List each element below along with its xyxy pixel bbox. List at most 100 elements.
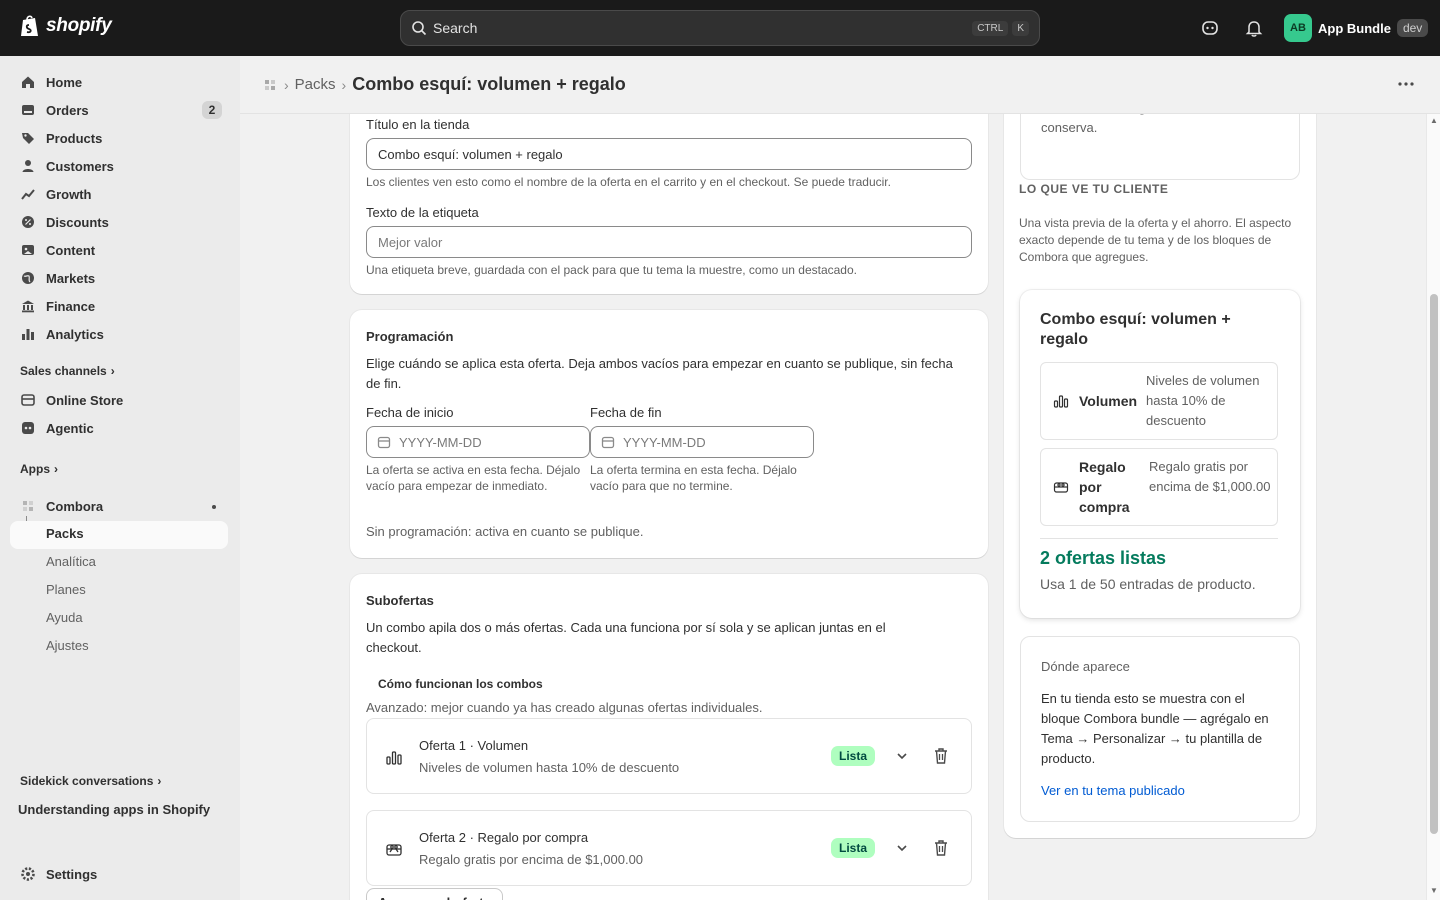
end-date-placeholder: YYYY-MM-DD	[623, 434, 706, 450]
sidebar-subitem-planes[interactable]: Planes	[46, 582, 86, 597]
sidekick-heading[interactable]: Sidekick conversations ›	[20, 774, 161, 788]
how-combos-work-toggle[interactable]: Cómo funcionan los combos	[378, 677, 543, 691]
person-icon	[22, 160, 34, 172]
chevron-right-icon: ›	[110, 364, 115, 378]
search-bar[interactable]: Search CTRL K	[400, 10, 1040, 46]
sidebar-item-customers[interactable]: Customers	[10, 152, 228, 180]
customer-view-heading: LO QUE VE TU CLIENTE	[1019, 182, 1169, 196]
customer-view-description: Una vista previa de la oferta y el ahorr…	[1019, 216, 1292, 264]
bank-icon	[22, 300, 34, 313]
gift-icon	[386, 844, 402, 856]
discount-icon	[22, 216, 34, 228]
sidekick-conversation[interactable]: Understanding apps in Shopify	[18, 802, 210, 817]
preview-divider	[1040, 538, 1278, 539]
sidebar-item-combora[interactable]: Combora	[10, 492, 228, 520]
sidebar-item-content[interactable]: Content	[10, 236, 228, 264]
scroll-thumb[interactable]	[1430, 294, 1438, 834]
suboffer-row[interactable]: Oferta 2 · Regalo por compra Regalo grat…	[366, 810, 972, 886]
sidebar-item-discounts[interactable]: Discounts	[10, 208, 228, 236]
sidebar-subitem-ajustes[interactable]: Ajustes	[46, 638, 89, 653]
status-badge: Lista	[831, 838, 876, 858]
sidebar-item-label: Discounts	[46, 214, 109, 230]
suboffer-title: Oferta 2 · Regalo por compra	[419, 830, 589, 845]
suboffers-card: Subofertas Un combo apila dos o más ofer…	[350, 574, 988, 900]
offers-ready-count: 2 ofertas listas	[1040, 548, 1167, 568]
sidekick-icon[interactable]	[1200, 18, 1220, 38]
sidebar-item-agentic[interactable]: Agentic	[10, 414, 228, 442]
product-entries-usage: Usa 1 de 50 entradas de producto.	[1040, 576, 1256, 592]
sidebar-item-growth[interactable]: Growth	[10, 180, 228, 208]
more-actions-icon[interactable]	[1396, 76, 1416, 92]
sidebar-item-label: Markets	[46, 270, 96, 286]
store-switcher[interactable]: AB App Bundle dev	[1284, 14, 1429, 42]
preview-offer-name: Regalo por compra	[1079, 459, 1130, 515]
chevron-down-icon[interactable]	[895, 841, 909, 855]
schedule-status: Sin programación: activa en cuanto se pu…	[366, 524, 644, 539]
sidebar-subitem-packs[interactable]: Packs	[46, 526, 84, 541]
sidebar-subitem-ayuda[interactable]: Ayuda	[46, 610, 83, 625]
suboffer-row[interactable]: Oferta 1 · Volumen Niveles de volumen ha…	[366, 718, 972, 794]
breadcrumb-separator: ›	[341, 76, 347, 93]
sales-channels-label: Sales channels	[20, 364, 107, 378]
where-heading: Dónde aparece	[1041, 659, 1130, 674]
sidebar-item-packs[interactable]	[10, 521, 228, 549]
preview-offer-name: Volumen	[1079, 393, 1138, 409]
sidebar-item-finance[interactable]: Finance	[10, 292, 228, 320]
shortcut-key: K	[1012, 20, 1029, 36]
end-date-input[interactable]: YYYY-MM-DD	[590, 426, 814, 458]
apps-label: Apps	[20, 462, 50, 476]
tag-text-input[interactable]: Mejor valor	[366, 226, 972, 258]
sidebar-item-settings[interactable]: Settings	[10, 860, 228, 888]
chevron-down-icon[interactable]	[895, 749, 909, 763]
store-title-card: Título en la tienda Combo esquí: volumen…	[350, 86, 988, 294]
sidebar-item-label: Orders	[46, 102, 89, 118]
sidebar-item-home[interactable]: Home	[10, 68, 228, 96]
scroll-down-arrow[interactable]: ▼	[1430, 886, 1438, 895]
trash-icon[interactable]	[933, 747, 949, 765]
tag-field-help: Una etiqueta breve, guardada con el pack…	[366, 263, 857, 277]
sidebar-item-label: Home	[46, 74, 83, 90]
store-title-input[interactable]: Combo esquí: volumen + regalo	[366, 138, 972, 170]
bell-icon[interactable]	[1244, 18, 1264, 38]
start-date-input[interactable]: YYYY-MM-DD	[366, 426, 590, 458]
status-badge: Lista	[831, 746, 876, 766]
where-appears-card: Dónde aparece En tu tienda esto se muest…	[1020, 636, 1300, 822]
sidebar-item-products[interactable]: Products	[10, 124, 228, 152]
breadcrumb-packs-link[interactable]: Packs	[295, 76, 336, 93]
breadcrumb: › Packs › Combo esquí: volumen + regalo	[240, 56, 1440, 114]
shopify-logo[interactable]: shopify	[20, 14, 112, 38]
add-suboffer-button[interactable]: Agregar suboferta	[366, 888, 503, 900]
title-field-help: Los clientes ven esto como el nombre de …	[366, 175, 891, 189]
app-breadcrumb-icon[interactable]	[262, 77, 278, 93]
sidebar-item-label: Combora	[46, 498, 104, 514]
trash-icon[interactable]	[933, 839, 949, 857]
sidebar-item-markets[interactable]: Markets	[10, 264, 228, 292]
bar-chart-icon	[1053, 395, 1069, 408]
bar-chart-icon	[386, 751, 402, 765]
chart-icon	[22, 329, 34, 340]
view-published-theme-link[interactable]: Ver en tu tema publicado	[1041, 783, 1185, 798]
start-date-help: La oferta se activa en esta fecha. Déjal…	[366, 463, 581, 493]
chevron-right-icon: ›	[157, 774, 162, 788]
apps-heading[interactable]: Apps ›	[20, 462, 58, 476]
scroll-up-arrow[interactable]: ▲	[1430, 116, 1438, 125]
sidebar-subitem-analitica[interactable]: Analítica	[46, 554, 96, 569]
sales-channels-heading[interactable]: Sales channels ›	[20, 364, 115, 378]
calendar-icon	[601, 436, 615, 449]
suboffer-desc: Niveles de volumen hasta 10% de descuent…	[419, 760, 680, 775]
shortcut-ctrl: CTRL	[972, 20, 1009, 36]
orders-icon	[22, 105, 34, 115]
store-avatar: AB	[1284, 14, 1312, 42]
scrollbar[interactable]: ▲ ▼	[1426, 114, 1440, 900]
orders-count-badge: 2	[202, 101, 222, 119]
sidebar-item-analytics[interactable]: Analytics	[10, 320, 228, 348]
sidebar-item-online-store[interactable]: Online Store	[10, 386, 228, 414]
sidebar-item-orders[interactable]: Orders 2	[10, 96, 228, 124]
page-title: Combo esquí: volumen + regalo	[352, 74, 626, 94]
brand-wordmark: shopify	[46, 15, 112, 36]
sidekick-label: Sidekick conversations	[20, 774, 154, 788]
search-placeholder: Search	[433, 20, 478, 36]
schedule-heading: Programación	[366, 329, 454, 344]
title-field-label: Título en la tienda	[366, 117, 470, 132]
schedule-card: Programación Elige cuándo se aplica esta…	[350, 310, 988, 558]
